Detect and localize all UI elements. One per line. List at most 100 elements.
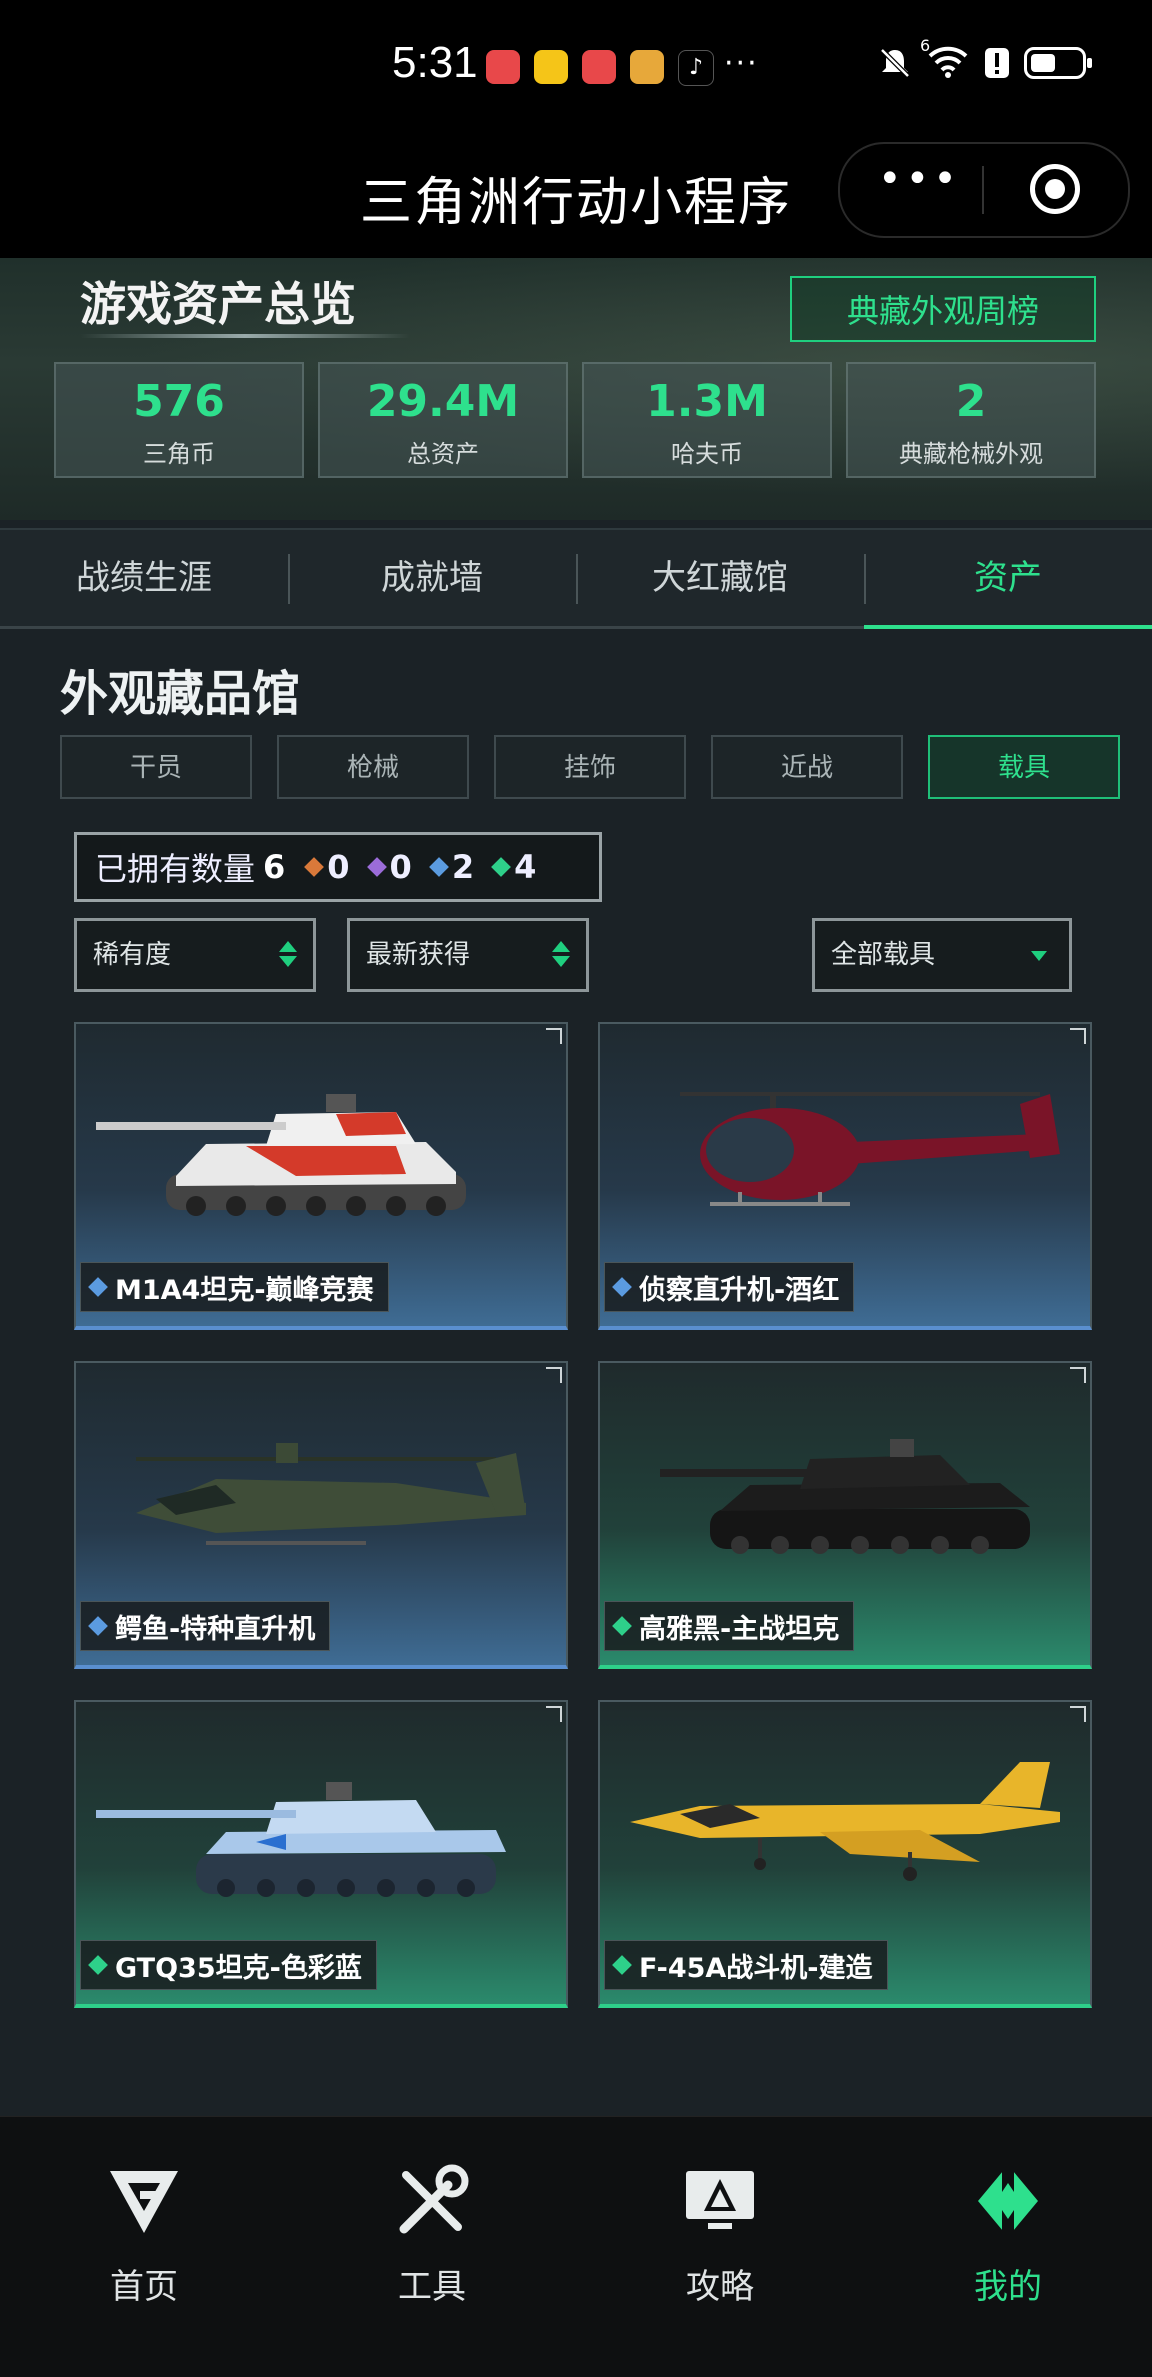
stat-label: 典藏枪械外观 <box>899 440 1043 468</box>
attack-helicopter-illustration <box>136 1443 526 1545</box>
corner-mark <box>1070 1028 1086 1044</box>
rarity-blue-count: 2 <box>428 848 474 886</box>
nav-label: 我的 <box>974 2267 1042 2307</box>
tank-illustration <box>96 1094 466 1216</box>
huawei-app-icon <box>486 50 520 84</box>
nav-tools[interactable]: 工具 <box>288 2161 576 2308</box>
app-title-bar: 三角洲行动小程序 ••• <box>0 130 1152 258</box>
title-underline <box>80 334 410 338</box>
tab-red-collection[interactable]: 大红藏馆 <box>576 530 864 626</box>
tools-icon <box>399 2164 469 2234</box>
more-menu-icon[interactable]: ••• <box>878 156 961 202</box>
blue-gem-icon <box>428 857 449 877</box>
green-gem-icon <box>491 857 511 877</box>
tab-achievements[interactable]: 成就墙 <box>288 530 576 626</box>
stat-card-total-assets: 29.4M 总资产 <box>318 362 568 478</box>
tab-career[interactable]: 战绩生涯 <box>0 530 288 626</box>
more-dots-icon: ··· <box>724 46 759 81</box>
helicopter-illustration <box>680 1092 1060 1206</box>
vehicle-name-label: M1A4坦克-巅峰竞赛 <box>80 1262 389 1312</box>
dropdown-label: 全部载具 <box>831 940 936 970</box>
rarity-orange-count: 0 <box>304 848 350 886</box>
acquired-sort-dropdown[interactable]: 最新获得 <box>347 918 589 992</box>
vehicle-name-label: 侦察直升机-酒红 <box>604 1262 855 1312</box>
owned-label: 已拥有数量 <box>95 850 256 888</box>
rarity-sort-dropdown[interactable]: 稀有度 <box>74 918 316 992</box>
status-icons: 6 <box>878 36 1092 82</box>
owned-count: 6 <box>263 848 286 886</box>
category-weapons[interactable]: 枪械 <box>277 735 469 799</box>
blue-gem-icon <box>88 1277 108 1297</box>
huawei-app-icon <box>582 50 616 84</box>
alert-icon <box>985 48 1009 78</box>
stat-label: 哈夫币 <box>671 440 743 468</box>
home-logo-icon <box>110 2171 178 2233</box>
category-charms[interactable]: 挂饰 <box>494 735 686 799</box>
weekly-ranking-button[interactable]: 典藏外观周榜 <box>790 276 1096 342</box>
close-miniprogram-icon[interactable] <box>1030 164 1080 214</box>
green-gem-icon <box>88 1955 108 1975</box>
corner-mark <box>546 1706 562 1722</box>
vehicle-card[interactable]: 鳄鱼-特种直升机 <box>74 1361 568 1669</box>
tank-illustration <box>660 1439 1030 1554</box>
green-gem-icon <box>612 1616 632 1636</box>
stat-value: 576 <box>133 376 225 427</box>
guide-icon <box>686 2171 754 2229</box>
vehicle-name-label: GTQ35坦克-色彩蓝 <box>80 1940 377 1990</box>
vehicle-card[interactable]: 侦察直升机-酒红 <box>598 1022 1092 1330</box>
blue-gem-icon <box>612 1277 632 1297</box>
orange-gem-icon <box>304 857 325 877</box>
wifi-icon <box>928 46 968 78</box>
dropdown-label: 最新获得 <box>366 940 471 970</box>
rarity-green-count: 4 <box>491 848 536 886</box>
vehicle-name: 侦察直升机-酒红 <box>639 1274 840 1306</box>
app-icon <box>630 50 664 84</box>
fighter-jet-illustration <box>630 1762 1060 1881</box>
network-label: 6 <box>920 36 931 55</box>
category-operators[interactable]: 干员 <box>60 735 252 799</box>
stat-card-delta-coin: 576 三角币 <box>54 362 304 478</box>
nav-guides[interactable]: 攻略 <box>576 2161 864 2308</box>
green-gem-icon <box>612 1955 632 1975</box>
miniprogram-capsule: ••• <box>838 142 1130 238</box>
tab-assets[interactable]: 资产 <box>864 530 1152 629</box>
category-melee[interactable]: 近战 <box>711 735 903 799</box>
stat-card-haf-coin: 1.3M 哈夫币 <box>582 362 832 478</box>
vehicle-type-dropdown[interactable]: 全部载具 <box>812 918 1072 992</box>
nav-home[interactable]: 首页 <box>0 2161 288 2308</box>
nav-profile[interactable]: 我的 <box>864 2161 1152 2308</box>
profile-logo-icon <box>978 2165 1038 2237</box>
purple-gem-icon <box>366 857 387 877</box>
vehicle-card[interactable]: F-45A战斗机-建造 <box>598 1700 1092 2008</box>
blue-gem-icon <box>88 1616 108 1636</box>
sort-arrows-icon <box>552 941 570 967</box>
vehicle-name: GTQ35坦克-色彩蓝 <box>115 1952 362 1984</box>
vehicle-name: 高雅黑-主战坦克 <box>639 1613 840 1645</box>
owned-count-bar: 已拥有数量 6 0 0 2 4 <box>74 832 602 902</box>
nav-label: 攻略 <box>686 2267 754 2307</box>
nav-label: 首页 <box>110 2267 178 2307</box>
stat-value: 1.3M <box>646 376 768 427</box>
stat-value: 29.4M <box>366 376 520 427</box>
app-icon <box>534 50 568 84</box>
vehicle-card[interactable]: GTQ35坦克-色彩蓝 <box>74 1700 568 2008</box>
profile-tabs: 战绩生涯 成就墙 大红藏馆 资产 <box>0 528 1152 629</box>
vehicle-name: 鳄鱼-特种直升机 <box>115 1613 316 1645</box>
rarity-purple-count: 0 <box>366 848 412 886</box>
vehicle-card[interactable]: M1A4坦克-巅峰竞赛 <box>74 1022 568 1330</box>
corner-mark <box>1070 1706 1086 1722</box>
stat-label: 总资产 <box>407 440 479 468</box>
corner-mark <box>546 1028 562 1044</box>
vehicle-card[interactable]: 高雅黑-主战坦克 <box>598 1361 1092 1669</box>
battery-icon <box>1024 47 1092 79</box>
stat-card-collection-skins: 2 典藏枪械外观 <box>846 362 1096 478</box>
category-vehicles[interactable]: 载具 <box>928 735 1120 799</box>
mute-icon <box>880 48 910 78</box>
stat-value: 2 <box>955 376 987 427</box>
corner-mark <box>546 1367 562 1383</box>
tiktok-icon: ♪ <box>678 50 714 86</box>
vehicle-name: F-45A战斗机-建造 <box>639 1952 873 1984</box>
sort-arrows-icon <box>279 941 297 967</box>
vehicle-name: M1A4坦克-巅峰竞赛 <box>115 1274 374 1306</box>
vehicle-name-label: 鳄鱼-特种直升机 <box>80 1601 331 1651</box>
